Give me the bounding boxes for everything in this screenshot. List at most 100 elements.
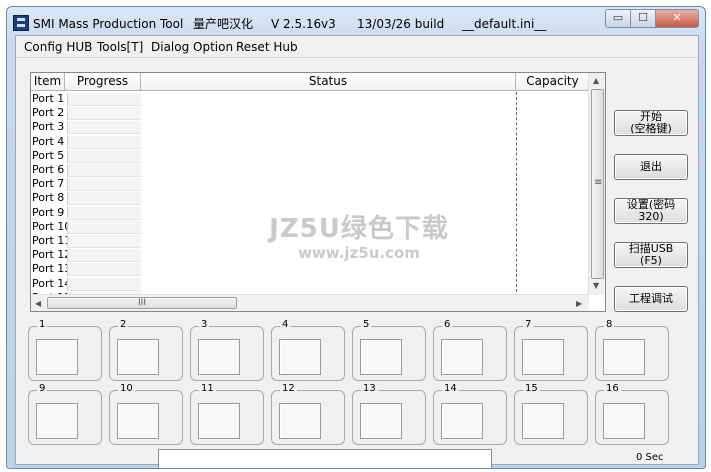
progress-cell (67, 192, 141, 206)
port-label: Port 11 (32, 234, 72, 247)
port-list-table[interactable]: Item Progress Status Capacity Port 1 Port… (30, 72, 606, 312)
slot-number-label: 1 (37, 319, 48, 331)
slot-number-label: 9 (37, 383, 48, 395)
port-slot-11: 11 (190, 383, 264, 445)
minimize-button[interactable]: ▭ (605, 9, 631, 28)
slot-status-box (36, 403, 78, 439)
port-label: Port 5 (32, 148, 65, 162)
close-icon: ✕ (672, 11, 682, 24)
elapsed-time-label: 0 Sec (636, 452, 664, 463)
table-row[interactable]: Port 4 (31, 135, 141, 149)
capacity-column-divider (516, 92, 517, 292)
exit-button[interactable]: 退出 (614, 154, 688, 180)
client-area: Config HUB Tools[T] Dialog Option Reset … (15, 35, 699, 468)
slot-status-box (603, 403, 645, 439)
title-bar: SMI Mass Production Tool 量产吧汉化 V 2.5.16 … (7, 7, 705, 35)
slot-number-label: 12 (280, 383, 297, 395)
slot-status-box (603, 339, 645, 375)
status-message-field (158, 449, 492, 468)
slot-status-box (117, 339, 159, 375)
progress-cell (67, 220, 141, 234)
slot-number-label: 10 (118, 383, 135, 395)
horizontal-scroll-thumb[interactable]: III (47, 297, 237, 309)
version-label: V 2.5.16 (271, 17, 322, 31)
slot-number-label: 8 (604, 319, 615, 331)
table-row[interactable]: Port 2 (31, 106, 141, 121)
maximize-icon: ☐ (638, 11, 648, 24)
table-row[interactable]: Port 8 (31, 191, 141, 206)
settings-button[interactable]: 设置(密码320) (614, 198, 688, 224)
slot-number-label: 14 (442, 383, 459, 395)
column-header-item[interactable]: Item (31, 73, 65, 91)
menu-config-hub[interactable]: Config HUB (24, 40, 92, 54)
port-slot-2: 2 (109, 319, 183, 381)
maximize-button[interactable]: ☐ (630, 9, 656, 28)
engineering-debug-button[interactable]: 工程调试 (614, 286, 688, 312)
port-label: Port 4 (32, 134, 65, 148)
slot-status-box (198, 339, 240, 375)
table-row[interactable]: Port 9 (31, 206, 141, 220)
port-slot-9: 9 (28, 383, 102, 445)
scroll-up-icon[interactable]: ▲ (593, 76, 599, 86)
slot-status-box (198, 403, 240, 439)
localization-label: 量产吧汉化 (193, 17, 254, 31)
app-window: SMI Mass Production Tool 量产吧汉化 V 2.5.16 … (6, 6, 706, 469)
progress-cell (67, 235, 141, 248)
table-row[interactable]: Port 1 (31, 92, 141, 106)
scan-usb-button[interactable]: 扫描USB (F5) (614, 242, 688, 268)
progress-cell (67, 206, 141, 220)
table-row[interactable]: Port 5 (31, 149, 141, 163)
slot-status-box (522, 339, 564, 375)
column-header-progress[interactable]: Progress (65, 73, 141, 91)
window-title: SMI Mass Production Tool (33, 17, 184, 31)
menu-dialog-option[interactable]: Dialog Option (151, 40, 233, 54)
slot-number-label: 4 (280, 319, 291, 331)
table-row[interactable]: Port 11 (31, 234, 141, 248)
menu-tools[interactable]: Tools[T] (97, 40, 143, 54)
table-row[interactable]: Port 10 (31, 220, 141, 234)
progress-cell (67, 107, 141, 121)
progress-cell (67, 149, 141, 163)
menu-bar: Config HUB Tools[T] Dialog Option Reset … (16, 36, 698, 58)
progress-cell (67, 263, 141, 277)
close-button[interactable]: ✕ (655, 9, 699, 28)
table-row[interactable]: Port 14 (31, 277, 141, 291)
table-row[interactable]: Port 6 (31, 163, 141, 177)
slot-number-label: 2 (118, 319, 129, 331)
scroll-right-icon[interactable]: ▶ (576, 299, 582, 309)
column-header-status[interactable]: Status (141, 73, 516, 91)
port-slot-6: 6 (433, 319, 507, 381)
table-row[interactable]: Port 7 (31, 177, 141, 192)
progress-cell (67, 121, 141, 135)
port-label: Port 6 (32, 163, 65, 176)
app-logo-icon (13, 15, 29, 31)
horizontal-scrollbar[interactable]: ◀ III ▶ (31, 294, 589, 311)
grip-icon: ≡ (594, 177, 603, 188)
progress-cell (67, 178, 141, 192)
table-row[interactable]: Port 12 (31, 248, 141, 263)
slot-status-box (522, 403, 564, 439)
vertical-scrollbar[interactable]: ▲ ≡ ▼ (588, 73, 605, 295)
slot-number-label: 5 (361, 319, 372, 331)
slot-number-label: 3 (199, 319, 210, 331)
scroll-down-icon[interactable]: ▼ (593, 281, 599, 291)
minimize-icon: ▭ (612, 11, 624, 24)
start-button[interactable]: 开始 (空格键) (614, 110, 688, 136)
column-header-capacity[interactable]: Capacity (516, 73, 590, 91)
table-row[interactable]: Port 3 (31, 120, 141, 135)
slot-number-label: 15 (523, 383, 540, 395)
vertical-scroll-thumb[interactable]: ≡ (591, 89, 604, 279)
menu-reset-hub[interactable]: Reset Hub (236, 40, 298, 54)
port-slot-1: 1 (28, 319, 102, 381)
scroll-left-icon[interactable]: ◀ (35, 299, 41, 309)
slot-status-box (117, 403, 159, 439)
progress-cell (67, 93, 141, 106)
port-label: Port 7 (32, 177, 65, 191)
table-row[interactable]: Port 13 (31, 262, 141, 277)
port-label: Port 14 (32, 276, 72, 290)
progress-cell (67, 164, 141, 177)
progress-cell (67, 135, 141, 149)
port-label: Port 13 (32, 262, 72, 276)
ini-file-label: __default.ini__ (462, 17, 547, 31)
slot-status-box (441, 339, 483, 375)
